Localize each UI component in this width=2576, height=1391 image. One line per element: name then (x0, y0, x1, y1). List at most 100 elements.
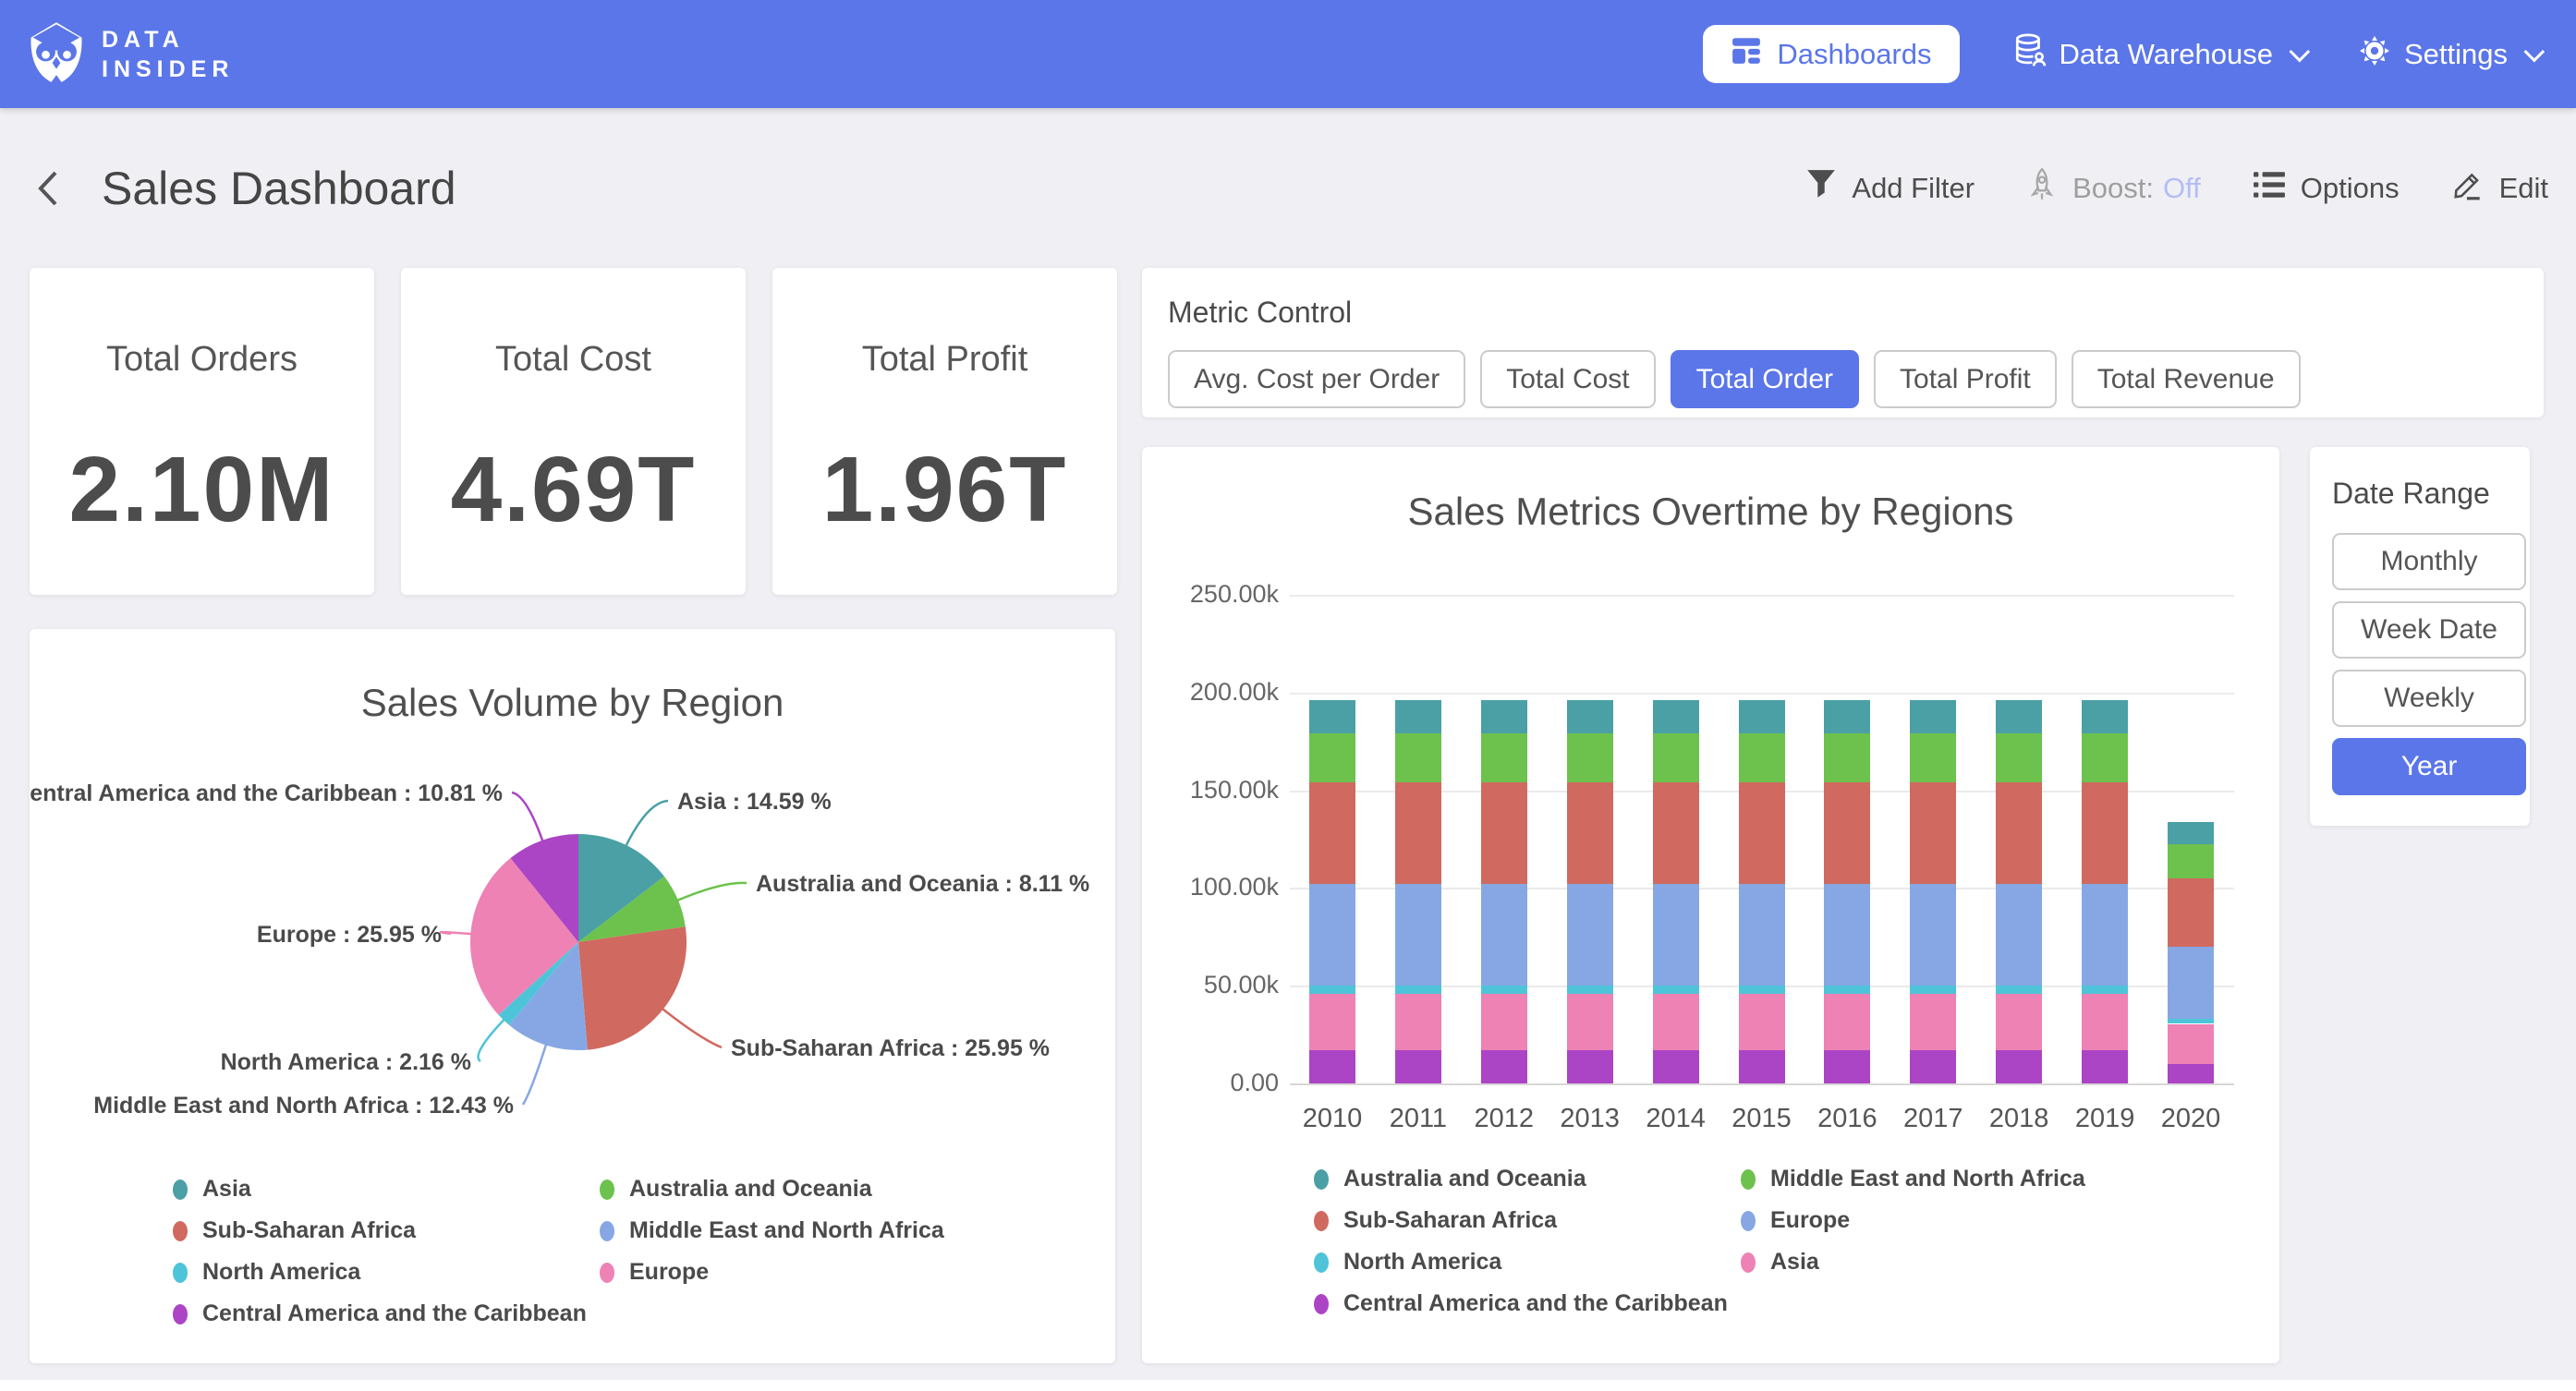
bar-2014-europe[interactable] (1653, 884, 1699, 986)
nav-dashboards-button[interactable]: Dashboards (1703, 25, 1959, 83)
bar-2019-asia[interactable] (2082, 994, 2128, 1050)
metric-button-total-revenue[interactable]: Total Revenue (2072, 350, 2301, 408)
bar-2012-australia-and-oceania[interactable] (1481, 700, 1527, 733)
bar-2020-europe[interactable] (2168, 947, 2214, 1019)
legend-item-australia-and-oceania[interactable]: Australia and Oceania (1314, 1166, 1741, 1192)
bar-2017-north-america[interactable] (1910, 986, 1956, 994)
bar-2017-sub-saharan-africa[interactable] (1910, 782, 1956, 884)
bar-2016-europe[interactable] (1824, 884, 1870, 986)
bar-2015-asia[interactable] (1739, 994, 1785, 1050)
bar-2017-australia-and-oceania[interactable] (1910, 700, 1956, 733)
bar-2016-australia-and-oceania[interactable] (1824, 700, 1870, 733)
bar-2013-sub-saharan-africa[interactable] (1567, 782, 1613, 884)
bottom-scrollbar-track[interactable] (0, 1380, 2576, 1391)
bar-2020-sub-saharan-africa[interactable] (2168, 878, 2214, 947)
edit-button[interactable]: Edit (2451, 168, 2548, 209)
bar-2018-asia[interactable] (1996, 994, 2042, 1050)
bar-2018-middle-east-and-north-africa[interactable] (1996, 733, 2042, 782)
bar-2011-australia-and-oceania[interactable] (1395, 700, 1441, 733)
date-range-week-date-button[interactable]: Week Date (2332, 601, 2526, 659)
legend-item-central-america-and-the-caribbean[interactable]: Central America and the Caribbean (173, 1300, 600, 1327)
legend-item-europe[interactable]: Europe (600, 1259, 1088, 1286)
bar-2010-sub-saharan-africa[interactable] (1309, 782, 1355, 884)
legend-item-north-america[interactable]: North America (1314, 1249, 1741, 1276)
bar-2014-north-america[interactable] (1653, 986, 1699, 994)
options-button[interactable]: Options (2253, 169, 2400, 208)
legend-item-asia[interactable]: Asia (173, 1176, 600, 1203)
back-button[interactable] (33, 165, 65, 212)
legend-item-europe[interactable]: Europe (1741, 1207, 2256, 1234)
date-range-weekly-button[interactable]: Weekly (2332, 670, 2526, 727)
bar-2016-sub-saharan-africa[interactable] (1824, 782, 1870, 884)
nav-data-warehouse[interactable]: Data Warehouse (2013, 33, 2304, 76)
bar-2019-sub-saharan-africa[interactable] (2082, 782, 2128, 884)
legend-item-middle-east-and-north-africa[interactable]: Middle East and North Africa (1741, 1166, 2256, 1192)
bar-2012-asia[interactable] (1481, 994, 1527, 1050)
bar-2011-north-america[interactable] (1395, 986, 1441, 994)
bar-2018-europe[interactable] (1996, 884, 2042, 986)
bar-2020-asia[interactable] (2168, 1024, 2214, 1064)
bar-2010-north-america[interactable] (1309, 986, 1355, 994)
metric-button-total-profit[interactable]: Total Profit (1874, 350, 2057, 408)
bar-2015-central-america-and-the-caribbean[interactable] (1739, 1050, 1785, 1083)
pie-slice-sub-saharan-africa[interactable] (578, 926, 687, 1049)
legend-item-australia-and-oceania[interactable]: Australia and Oceania (600, 1176, 1088, 1203)
boost-toggle[interactable]: Boost: Off (2026, 166, 2201, 211)
bar-2013-australia-and-oceania[interactable] (1567, 700, 1613, 733)
bar-2016-north-america[interactable] (1824, 986, 1870, 994)
bar-2015-middle-east-and-north-africa[interactable] (1739, 733, 1785, 782)
bar-2013-north-america[interactable] (1567, 986, 1613, 994)
bar-2013-central-america-and-the-caribbean[interactable] (1567, 1050, 1613, 1083)
legend-item-north-america[interactable]: North America (173, 1259, 600, 1286)
bar-2011-europe[interactable] (1395, 884, 1441, 986)
bar-2019-north-america[interactable] (2082, 986, 2128, 994)
bar-2012-middle-east-and-north-africa[interactable] (1481, 733, 1527, 782)
bar-2016-middle-east-and-north-africa[interactable] (1824, 733, 1870, 782)
bar-2013-europe[interactable] (1567, 884, 1613, 986)
metric-button-total-cost[interactable]: Total Cost (1480, 350, 1655, 408)
bar-2018-central-america-and-the-caribbean[interactable] (1996, 1050, 2042, 1083)
bar-2015-europe[interactable] (1739, 884, 1785, 986)
bar-2018-north-america[interactable] (1996, 986, 2042, 994)
bar-2017-europe[interactable] (1910, 884, 1956, 986)
bar-2017-central-america-and-the-caribbean[interactable] (1910, 1050, 1956, 1083)
bar-2012-central-america-and-the-caribbean[interactable] (1481, 1050, 1527, 1083)
bar-2010-europe[interactable] (1309, 884, 1355, 986)
bar-2020-australia-and-oceania[interactable] (2168, 822, 2214, 844)
bar-2019-europe[interactable] (2082, 884, 2128, 986)
bar-2010-central-america-and-the-caribbean[interactable] (1309, 1050, 1355, 1083)
bar-2014-asia[interactable] (1653, 994, 1699, 1050)
metric-button-avg-cost-per-order[interactable]: Avg. Cost per Order (1168, 350, 1465, 408)
bar-2014-middle-east-and-north-africa[interactable] (1653, 733, 1699, 782)
bar-2019-central-america-and-the-caribbean[interactable] (2082, 1050, 2128, 1083)
add-filter-button[interactable]: Add Filter (1805, 168, 1975, 209)
bar-2019-middle-east-and-north-africa[interactable] (2082, 733, 2128, 782)
legend-item-sub-saharan-africa[interactable]: Sub-Saharan Africa (1314, 1207, 1741, 1234)
bar-2018-sub-saharan-africa[interactable] (1996, 782, 2042, 884)
bar-2020-middle-east-and-north-africa[interactable] (2168, 844, 2214, 878)
bar-2020-central-america-and-the-caribbean[interactable] (2168, 1064, 2214, 1083)
bar-2011-asia[interactable] (1395, 994, 1441, 1050)
bar-2016-central-america-and-the-caribbean[interactable] (1824, 1050, 1870, 1083)
bar-2010-asia[interactable] (1309, 994, 1355, 1050)
bar-2015-australia-and-oceania[interactable] (1739, 700, 1785, 733)
bar-2014-central-america-and-the-caribbean[interactable] (1653, 1050, 1699, 1083)
bar-2011-central-america-and-the-caribbean[interactable] (1395, 1050, 1441, 1083)
date-range-year-button[interactable]: Year (2332, 738, 2526, 795)
bar-2016-asia[interactable] (1824, 994, 1870, 1050)
legend-item-central-america-and-the-caribbean[interactable]: Central America and the Caribbean (1314, 1290, 1741, 1317)
bar-2015-north-america[interactable] (1739, 986, 1785, 994)
bar-2017-asia[interactable] (1910, 994, 1956, 1050)
legend-item-sub-saharan-africa[interactable]: Sub-Saharan Africa (173, 1217, 600, 1244)
bar-2011-sub-saharan-africa[interactable] (1395, 782, 1441, 884)
bar-2013-middle-east-and-north-africa[interactable] (1567, 733, 1613, 782)
brand[interactable]: DATA INSIDER (28, 20, 234, 88)
bar-2018-australia-and-oceania[interactable] (1996, 700, 2042, 733)
bar-2012-sub-saharan-africa[interactable] (1481, 782, 1527, 884)
bar-2017-middle-east-and-north-africa[interactable] (1910, 733, 1956, 782)
bar-2014-australia-and-oceania[interactable] (1653, 700, 1699, 733)
date-range-monthly-button[interactable]: Monthly (2332, 533, 2526, 590)
bar-2010-middle-east-and-north-africa[interactable] (1309, 733, 1355, 782)
bar-2011-middle-east-and-north-africa[interactable] (1395, 733, 1441, 782)
bar-2012-europe[interactable] (1481, 884, 1527, 986)
